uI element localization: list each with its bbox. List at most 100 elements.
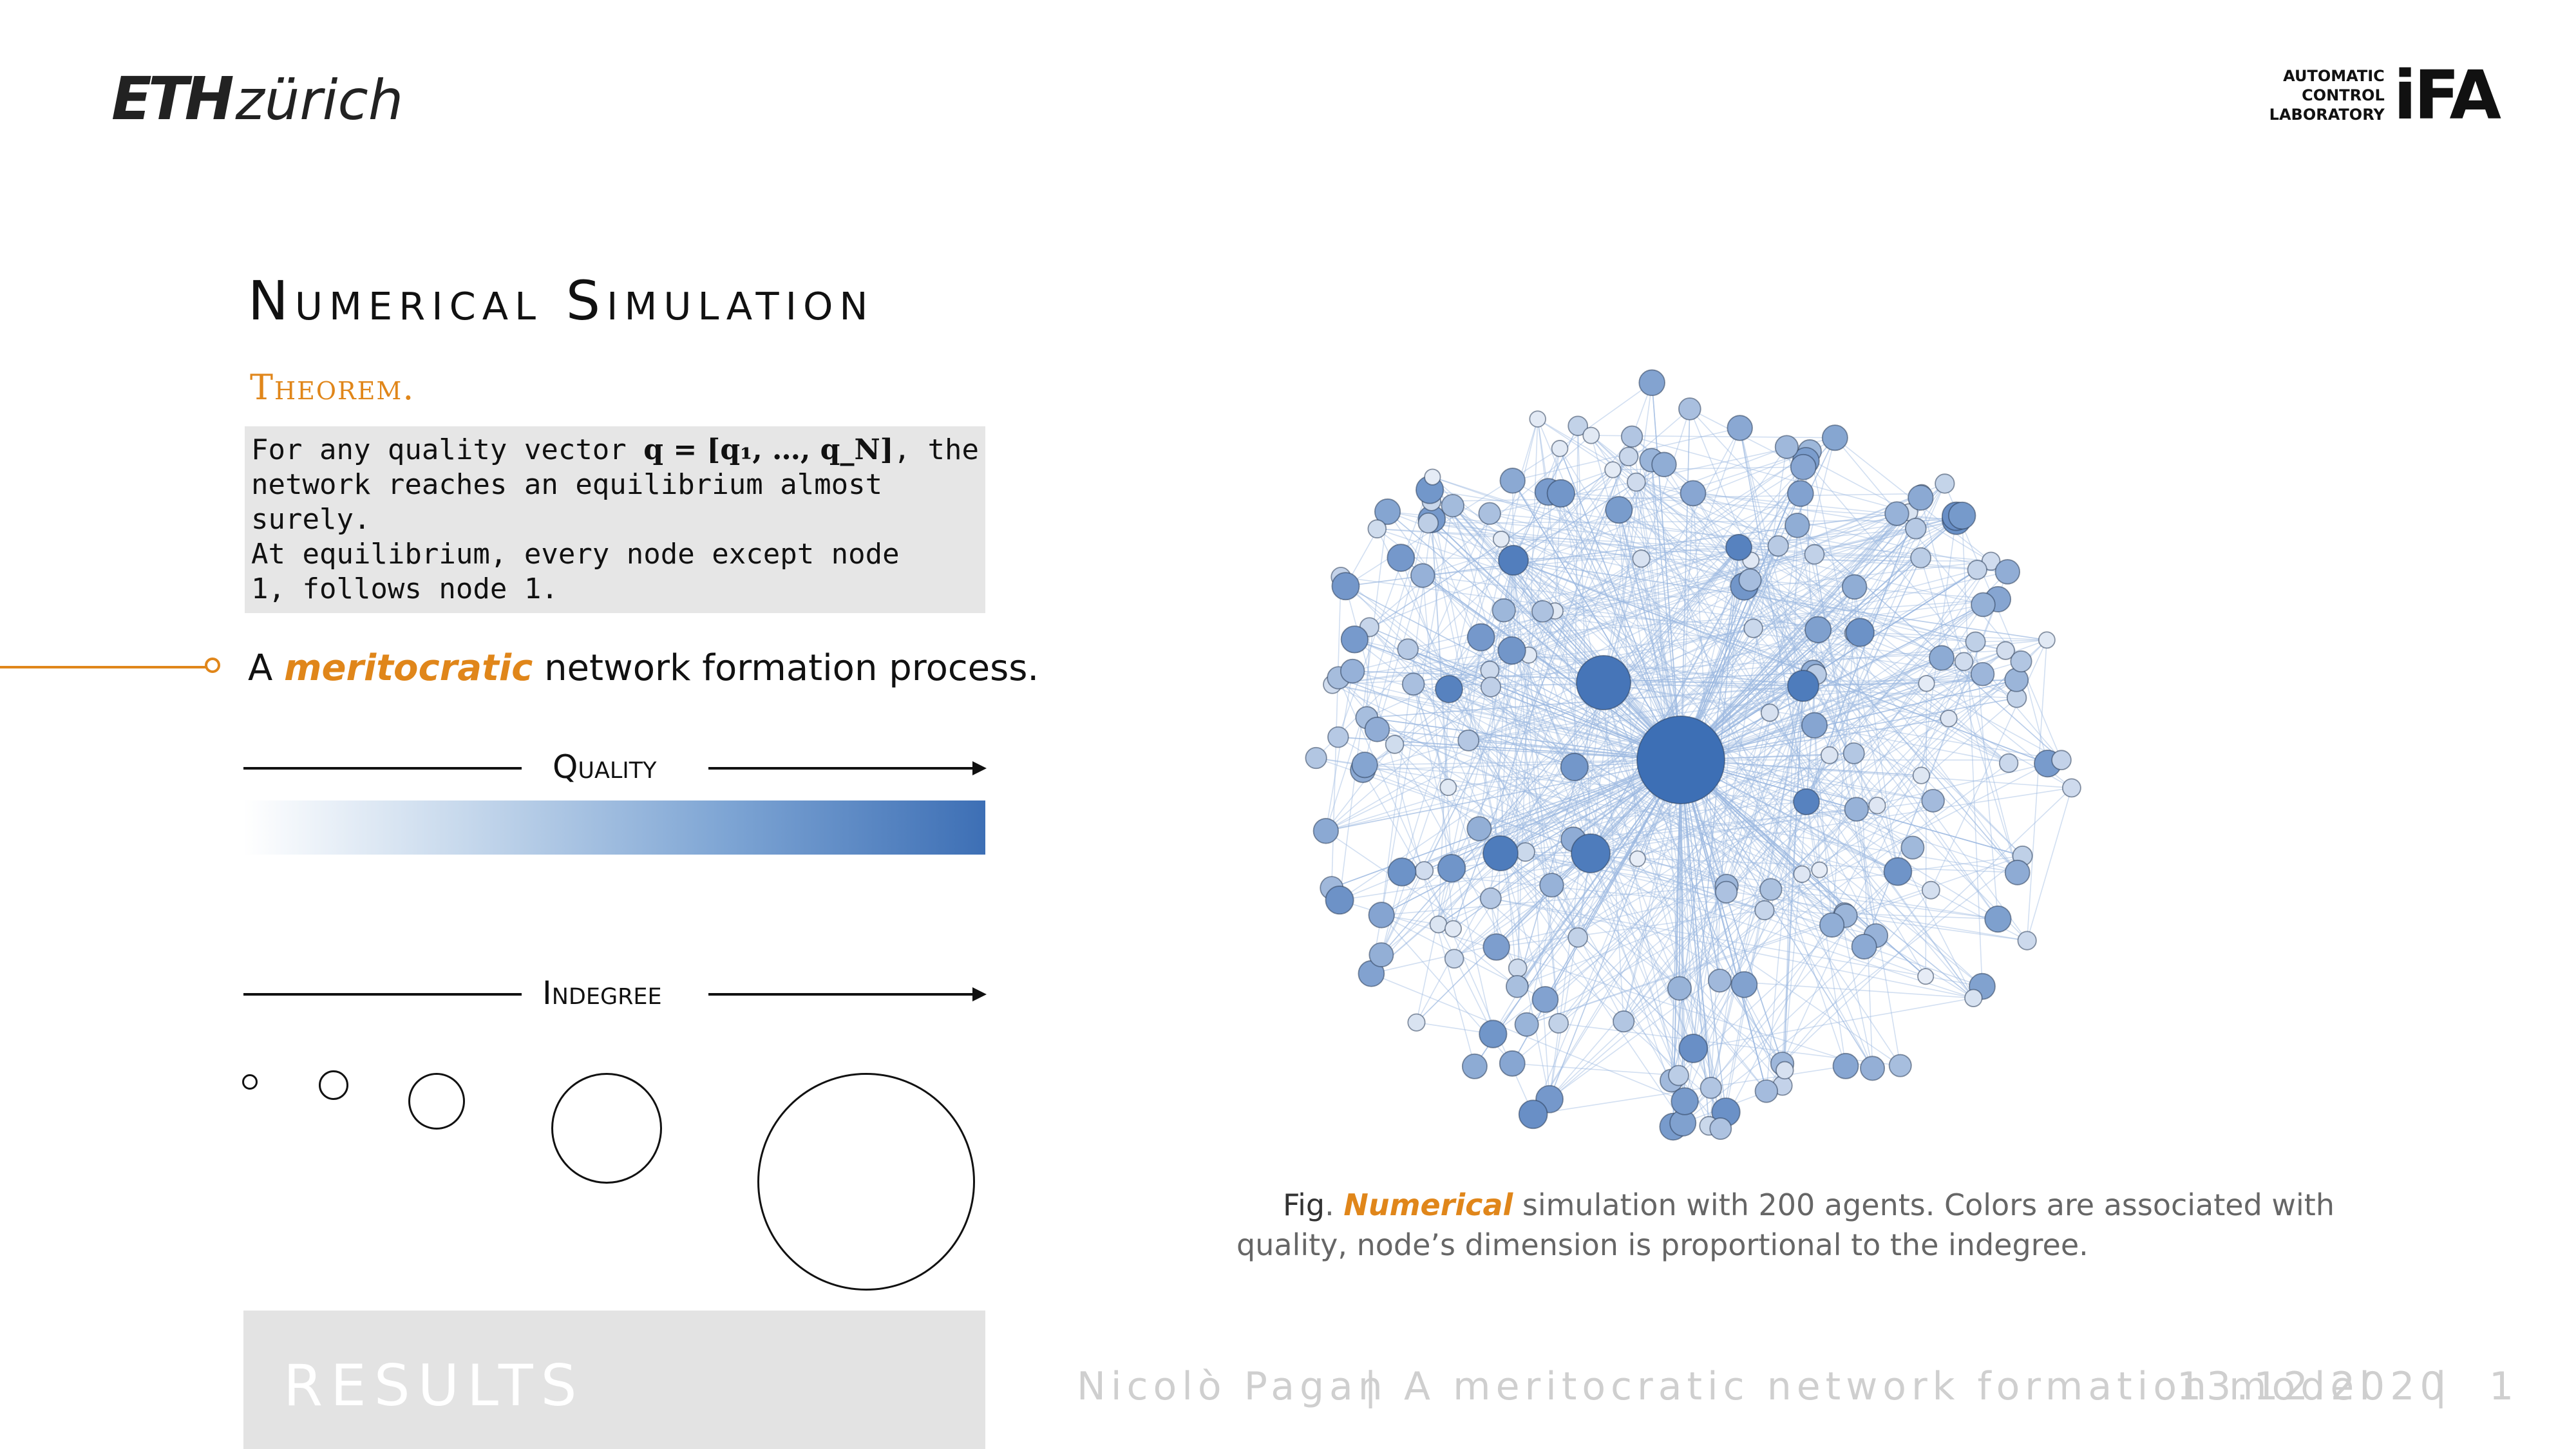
network-node — [1678, 397, 1701, 421]
theorem-line-2: network reaches an equilibrium almost — [251, 468, 883, 501]
network-node — [1967, 560, 1987, 580]
network-node — [1482, 835, 1519, 871]
indegree-axis-line-left — [243, 993, 522, 996]
network-node — [1424, 468, 1441, 486]
network-node — [1439, 779, 1457, 797]
network-node — [1479, 1019, 1508, 1048]
network-node — [1417, 512, 1439, 534]
network-node — [1479, 887, 1502, 909]
network-node — [1429, 915, 1448, 934]
network-node — [1680, 480, 1707, 507]
network-node — [1738, 568, 1762, 592]
quality-axis-line-right — [708, 767, 972, 770]
eth-logo-bold: ETH — [111, 64, 234, 133]
process-post: network formation process. — [533, 647, 1039, 689]
network-node — [1787, 670, 1819, 702]
network-node — [1754, 1079, 1779, 1103]
network-node — [1998, 753, 2019, 773]
process-pre: A — [248, 647, 285, 689]
ifa-mark: iFA — [2393, 56, 2501, 135]
network-node — [1984, 905, 2012, 933]
network-node — [1786, 480, 1814, 507]
network-node — [1651, 451, 1677, 478]
network-node — [1497, 636, 1526, 665]
network-node — [1518, 1099, 1548, 1130]
caption-fig: Fig — [1283, 1188, 1325, 1222]
network-node — [2017, 931, 2037, 951]
network-node — [1444, 920, 1463, 938]
lab-line-1: AUTOMATIC — [2283, 67, 2385, 85]
network-node — [1888, 1054, 1912, 1077]
network-node — [1841, 574, 1868, 600]
network-node — [1743, 618, 1763, 638]
network-node — [1576, 655, 1631, 710]
network-node — [1667, 976, 1692, 1001]
indegree-arrow-head — [972, 987, 987, 1001]
network-node — [1582, 426, 1600, 444]
network-node — [1482, 933, 1510, 961]
network-node — [1385, 735, 1405, 754]
theorem-label: Theorem. — [250, 367, 415, 408]
network-node — [1774, 435, 1799, 459]
network-node — [1820, 746, 1839, 764]
indegree-circle-xl — [757, 1073, 975, 1291]
network-node — [1331, 572, 1360, 601]
network-node — [1387, 544, 1416, 573]
network-node — [1506, 974, 1529, 998]
network-node — [1760, 703, 1779, 722]
network-node — [1767, 535, 1789, 557]
network-node — [1832, 1052, 1859, 1079]
network-node — [1804, 544, 1825, 565]
network-node — [1548, 1013, 1569, 1034]
network-node — [1618, 446, 1639, 467]
network-node — [1921, 788, 1945, 813]
network-node — [1842, 742, 1865, 764]
network-node — [1918, 675, 1935, 692]
indegree-circle-l — [551, 1073, 662, 1184]
process-emphasis: meritocratic — [284, 647, 533, 689]
network-node — [1605, 496, 1633, 524]
network-node — [1441, 493, 1464, 518]
network-node — [1917, 968, 1935, 985]
network-node — [1531, 986, 1559, 1013]
network-node — [1560, 752, 1589, 781]
network-node — [1444, 949, 1464, 969]
network-node — [1340, 625, 1369, 654]
network-node — [1305, 746, 1327, 770]
network-node — [1567, 927, 1588, 948]
caption-emphasis: Numerical — [1343, 1188, 1513, 1222]
indegree-circle-s — [319, 1070, 348, 1100]
network-node — [1707, 969, 1732, 993]
section-label: RESULTS — [283, 1352, 585, 1419]
network-node — [1759, 878, 1783, 901]
network-node — [1940, 709, 1958, 728]
network-node — [1790, 453, 1817, 480]
footer-separator-1: | — [1364, 1364, 1383, 1409]
lab-line-3: LABORATORY — [2269, 106, 2385, 124]
network-node — [1620, 425, 1643, 448]
network-node — [1671, 1087, 1699, 1115]
network-node — [2038, 631, 2056, 649]
network-node — [2004, 859, 2031, 886]
theorem-line-1: For any quality vector q = [q₁, …, q_N],… — [251, 433, 979, 468]
ifa-logo: AUTOMATIC CONTROL LABORATORY iFA — [2269, 56, 2501, 135]
quality-label: Quality — [553, 748, 657, 786]
network-node — [1368, 942, 1394, 968]
network-node — [1900, 835, 1925, 860]
network-node — [1632, 549, 1651, 568]
network-node — [1844, 797, 1869, 822]
network-node — [1776, 1061, 1794, 1080]
network-node — [1539, 873, 1564, 898]
network-node — [1970, 661, 1995, 687]
network-node — [1410, 563, 1435, 588]
network-node — [1312, 818, 1340, 844]
network-figure — [1305, 369, 2081, 1141]
network-node — [1725, 534, 1752, 561]
network-node — [1801, 712, 1828, 739]
indegree-circle-xs — [242, 1074, 258, 1090]
network-node — [1935, 473, 1955, 494]
network-node — [1613, 1010, 1635, 1033]
network-node — [1668, 1065, 1689, 1086]
footer-separator-2: | — [2434, 1364, 2453, 1409]
network-node — [1401, 672, 1425, 696]
